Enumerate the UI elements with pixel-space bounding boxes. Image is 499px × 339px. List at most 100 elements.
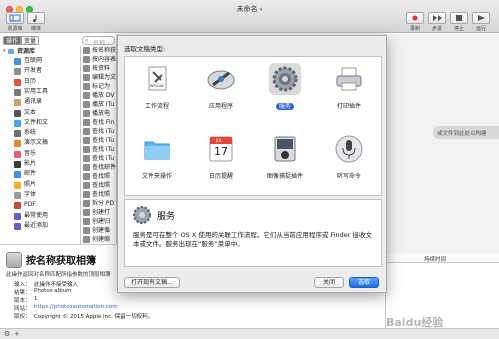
add-icon[interactable]: + bbox=[14, 330, 20, 338]
stop-label: 停止 bbox=[453, 26, 464, 32]
type-print-plugin[interactable]: 打印插件 bbox=[317, 57, 381, 127]
action-icon bbox=[83, 128, 90, 135]
action-item[interactable]: 创建循 bbox=[82, 226, 118, 235]
info-row-value[interactable]: https://photosautomation.com bbox=[34, 304, 118, 310]
choose-button[interactable]: 选取 bbox=[349, 277, 379, 288]
library-item-label: 邮件 bbox=[24, 170, 37, 178]
info-description: 此操作返回对名称匹配所指参数的顶层相簿 bbox=[6, 272, 111, 278]
action-item[interactable]: 标记为 bbox=[82, 82, 118, 91]
action-item[interactable]: 创建归 bbox=[82, 217, 118, 226]
library-item[interactable]: 实用工具 bbox=[0, 87, 48, 97]
type-dictation-command[interactable]: 听写命令 bbox=[317, 127, 381, 197]
tab-variables[interactable]: 变量 bbox=[21, 36, 39, 45]
info-row-value: Copyright © 2015 Apple Inc. 保留一切权利。 bbox=[34, 314, 154, 320]
action-item[interactable]: 编辑为文 bbox=[82, 73, 118, 82]
library-item[interactable]: 系统 bbox=[0, 128, 48, 138]
action-item-label: 按内容表 bbox=[92, 56, 117, 63]
action-item[interactable]: 查找 iTu bbox=[82, 127, 118, 136]
action-icon bbox=[83, 101, 90, 108]
library-item[interactable]: 最近添加 bbox=[0, 221, 48, 231]
calendar-day: 17 bbox=[214, 145, 228, 158]
action-item-label: 创建缩 bbox=[92, 236, 111, 243]
action-item[interactable]: 查找照 bbox=[82, 190, 118, 199]
action-item[interactable]: 查找照 bbox=[82, 172, 118, 181]
library-header[interactable]: ▾ 资源库 bbox=[0, 47, 48, 56]
action-icon bbox=[83, 146, 90, 153]
library-item[interactable]: 通讯录 bbox=[0, 97, 48, 107]
library-item-label: 开发者 bbox=[24, 67, 43, 75]
microphone-icon bbox=[333, 133, 365, 165]
library-item[interactable]: 互联网 bbox=[0, 56, 48, 66]
action-item[interactable]: 创建打 bbox=[82, 208, 118, 217]
library-item[interactable]: 开发者 bbox=[0, 66, 48, 76]
library-item[interactable]: 文件和文件夹 bbox=[0, 118, 48, 128]
type-workflow[interactable]: WFLOW 工作流程 bbox=[125, 57, 189, 127]
action-item[interactable]: 播放 DV bbox=[82, 91, 118, 100]
action-item[interactable]: 查找 iTu bbox=[82, 136, 118, 145]
library-item[interactable]: 音乐 bbox=[0, 149, 48, 159]
open-existing-button[interactable]: 打开现有文稿... bbox=[124, 277, 180, 288]
type-folder-action[interactable]: 文件夹操作 bbox=[125, 127, 189, 197]
info-row-key: 输入： bbox=[14, 282, 31, 288]
action-item[interactable]: 查找 Fin bbox=[82, 118, 118, 127]
title-chevron-icon[interactable]: ▾ bbox=[260, 7, 263, 13]
folder-icon bbox=[141, 133, 173, 165]
gear-icon[interactable]: ⚙ bbox=[4, 330, 10, 338]
action-item[interactable]: 按资料 bbox=[82, 64, 118, 73]
library-toggle-button[interactable] bbox=[6, 12, 24, 24]
action-icon bbox=[83, 56, 90, 63]
action-item-label: 编辑为文 bbox=[92, 74, 117, 81]
library-item-label: 通讯录 bbox=[24, 98, 43, 106]
library-item[interactable]: 日历 bbox=[0, 77, 48, 87]
type-application[interactable]: 应用程序 bbox=[189, 57, 253, 127]
library-item[interactable]: PDF bbox=[0, 200, 48, 210]
library-item-label: 影片 bbox=[24, 160, 37, 167]
library-item-label: 文件和文件夹 bbox=[24, 118, 48, 126]
disclosure-triangle-icon: ▾ bbox=[3, 48, 6, 54]
media-button[interactable] bbox=[27, 12, 45, 24]
info-row-value: 1 bbox=[34, 296, 38, 302]
type-image-capture-plugin[interactable]: 图像捕捉插件 bbox=[253, 127, 317, 197]
library-item-label: 系统 bbox=[24, 129, 37, 137]
search-field[interactable]: ⌕ 名称 bbox=[82, 36, 115, 47]
library-item[interactable]: 邮件 bbox=[0, 169, 48, 179]
library-item[interactable]: 影片 bbox=[0, 159, 48, 169]
stop-button[interactable] bbox=[450, 12, 468, 24]
type-service[interactable]: 服务 bbox=[253, 57, 317, 127]
action-item[interactable]: 按内容表 bbox=[82, 55, 118, 64]
action-item[interactable]: 查找邮件 bbox=[82, 163, 118, 172]
library-item[interactable]: 文本 bbox=[0, 108, 48, 118]
action-item-label: 查找 iTu bbox=[92, 137, 115, 144]
search-icon: ⌕ bbox=[85, 37, 89, 44]
step-button[interactable] bbox=[428, 12, 446, 24]
library-header-label: 资源库 bbox=[17, 48, 36, 55]
action-item-label: 播放 DV bbox=[92, 92, 115, 99]
tab-actions[interactable]: 操作 bbox=[3, 36, 21, 45]
action-item[interactable]: 播放电 bbox=[82, 109, 118, 118]
run-button[interactable] bbox=[472, 12, 490, 24]
info-row-key: 版本： bbox=[14, 298, 31, 304]
library-category-icon bbox=[14, 181, 21, 189]
record-button[interactable] bbox=[406, 12, 424, 24]
description-text: 服务是可在整个 OS X 使用的关联工作流程。它们从当前应用程序或 Finder… bbox=[133, 231, 373, 248]
action-item[interactable]: 查找照 bbox=[82, 181, 118, 190]
action-icon bbox=[83, 83, 90, 90]
action-item[interactable]: 查找 iTu bbox=[82, 154, 118, 163]
action-item[interactable]: 创建缩 bbox=[82, 235, 118, 244]
type-workflow-label: 工作流程 bbox=[144, 103, 169, 110]
action-item[interactable]: 查找 iTu bbox=[82, 145, 118, 154]
library-item[interactable]: 演示文稿 bbox=[0, 138, 48, 148]
action-icon bbox=[83, 137, 90, 144]
close-button[interactable]: 关闭 bbox=[314, 277, 344, 288]
camera-icon bbox=[269, 133, 301, 165]
library-item[interactable]: 照片 bbox=[0, 180, 48, 190]
watermark: Baidu经验 bbox=[386, 316, 444, 329]
action-item[interactable]: 播放 iTu bbox=[82, 100, 118, 109]
type-calendar-alarm[interactable]: JUL 17 日历提醒 bbox=[189, 127, 253, 197]
library-item[interactable]: 最常使用的 bbox=[0, 211, 48, 221]
library-item[interactable]: 字体 bbox=[0, 190, 48, 200]
action-item[interactable]: 按名称获 bbox=[82, 46, 118, 55]
record-icon bbox=[412, 15, 418, 21]
action-icon bbox=[83, 227, 90, 234]
action-item[interactable]: 拆分 PD bbox=[82, 199, 118, 208]
